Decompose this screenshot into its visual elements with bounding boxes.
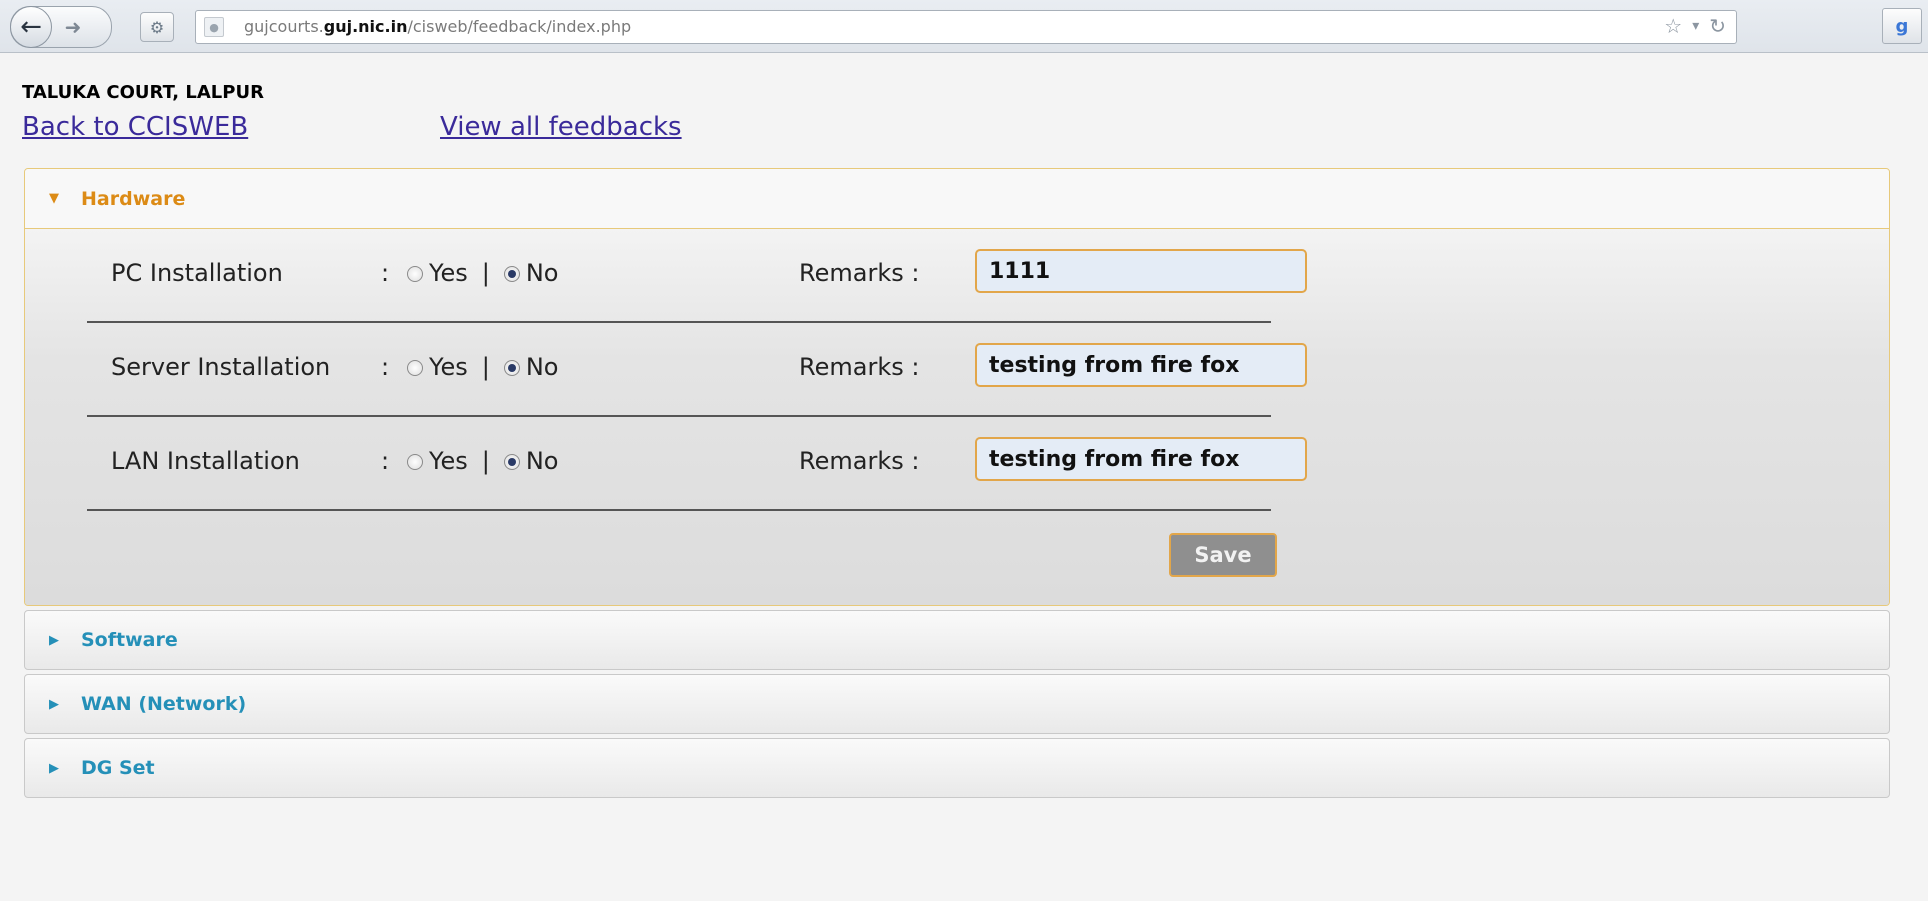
yes-label: Yes (429, 353, 468, 381)
court-name: TALUKA COURT, LALPUR (22, 82, 264, 103)
address-bar[interactable]: ● gujcourts.guj.nic.in/cisweb/feedback/i… (195, 10, 1737, 44)
lan-installation-row: LAN Installation : Yes | No Remarks : (87, 417, 1307, 511)
url-text[interactable]: gujcourts.guj.nic.in/cisweb/feedback/ind… (244, 17, 631, 36)
site-identity-icon[interactable]: ⚙ (140, 12, 174, 42)
panel-title: Hardware (81, 187, 186, 210)
back-arrow-icon[interactable]: ← (10, 6, 52, 48)
bookmark-star-icon[interactable]: ☆ (1664, 14, 1682, 38)
row-colon: : (381, 259, 390, 287)
server-remarks-input[interactable] (975, 343, 1307, 387)
row-label: LAN Installation (111, 447, 300, 475)
yes-radio[interactable] (407, 454, 423, 470)
yes-no-radio-group: Yes | No (407, 259, 558, 287)
back-to-ccisweb-link[interactable]: Back to CCISWEB (22, 112, 248, 142)
separator: | (481, 447, 490, 475)
save-button[interactable]: Save (1169, 533, 1277, 577)
no-label: No (525, 447, 559, 475)
server-installation-row: Server Installation : Yes | No Remarks : (87, 323, 1307, 417)
separator: | (481, 259, 490, 287)
caret-right-icon: ▶ (49, 632, 59, 648)
wan-network-panel[interactable]: ▶ WAN (Network) (24, 674, 1890, 734)
reload-icon[interactable]: ↻ (1709, 14, 1726, 38)
panel-title: DG Set (81, 757, 155, 779)
software-panel[interactable]: ▶ Software (24, 610, 1890, 670)
remarks-label: Remarks : (799, 353, 920, 381)
page-favicon-icon: ● (204, 17, 224, 37)
url-actions: ☆ ▾ ↻ (1664, 14, 1726, 38)
yes-radio[interactable] (407, 360, 423, 376)
panel-title: WAN (Network) (81, 693, 247, 715)
navigation-buttons: ← ➜ (10, 6, 112, 48)
pc-installation-row: PC Installation : Yes | No Remarks : (87, 229, 1307, 323)
yes-no-radio-group: Yes | No (407, 353, 558, 381)
yes-label: Yes (429, 259, 468, 287)
view-all-feedbacks-link[interactable]: View all feedbacks (440, 112, 682, 142)
yes-no-radio-group: Yes | No (407, 447, 558, 475)
remarks-label: Remarks : (799, 447, 920, 475)
pc-remarks-input[interactable] (975, 249, 1307, 293)
separator: | (481, 353, 490, 381)
yes-radio[interactable] (407, 266, 423, 282)
no-label: No (525, 353, 559, 381)
hardware-panel-header[interactable]: ▼ Hardware (25, 169, 1889, 229)
forward-arrow-icon[interactable]: ➜ (59, 13, 87, 41)
row-colon: : (381, 353, 390, 381)
no-label: No (525, 259, 559, 287)
no-radio[interactable] (503, 360, 520, 376)
caret-down-icon: ▼ (49, 191, 59, 206)
dg-set-panel[interactable]: ▶ DG Set (24, 738, 1890, 798)
lan-remarks-input[interactable] (975, 437, 1307, 481)
no-radio[interactable] (503, 266, 520, 282)
hardware-panel-body: PC Installation : Yes | No Remarks : Ser… (25, 229, 1889, 605)
caret-right-icon: ▶ (49, 696, 59, 712)
software-panel-header[interactable]: ▶ Software (25, 611, 1889, 669)
row-label: Server Installation (111, 353, 331, 381)
browser-toolbar: ← ➜ ⚙ ● gujcourts.guj.nic.in/cisweb/feed… (0, 0, 1928, 53)
row-label: PC Installation (111, 259, 283, 287)
row-colon: : (381, 447, 390, 475)
google-search-icon[interactable]: g (1882, 8, 1922, 44)
no-radio[interactable] (503, 454, 520, 470)
wan-network-panel-header[interactable]: ▶ WAN (Network) (25, 675, 1889, 733)
dropdown-arrow-icon[interactable]: ▾ (1692, 18, 1699, 34)
panel-title: Software (81, 629, 178, 651)
dg-set-panel-header[interactable]: ▶ DG Set (25, 739, 1889, 797)
hardware-panel: ▼ Hardware PC Installation : Yes | No Re… (24, 168, 1890, 606)
remarks-label: Remarks : (799, 259, 920, 287)
caret-right-icon: ▶ (49, 760, 59, 776)
yes-label: Yes (429, 447, 468, 475)
